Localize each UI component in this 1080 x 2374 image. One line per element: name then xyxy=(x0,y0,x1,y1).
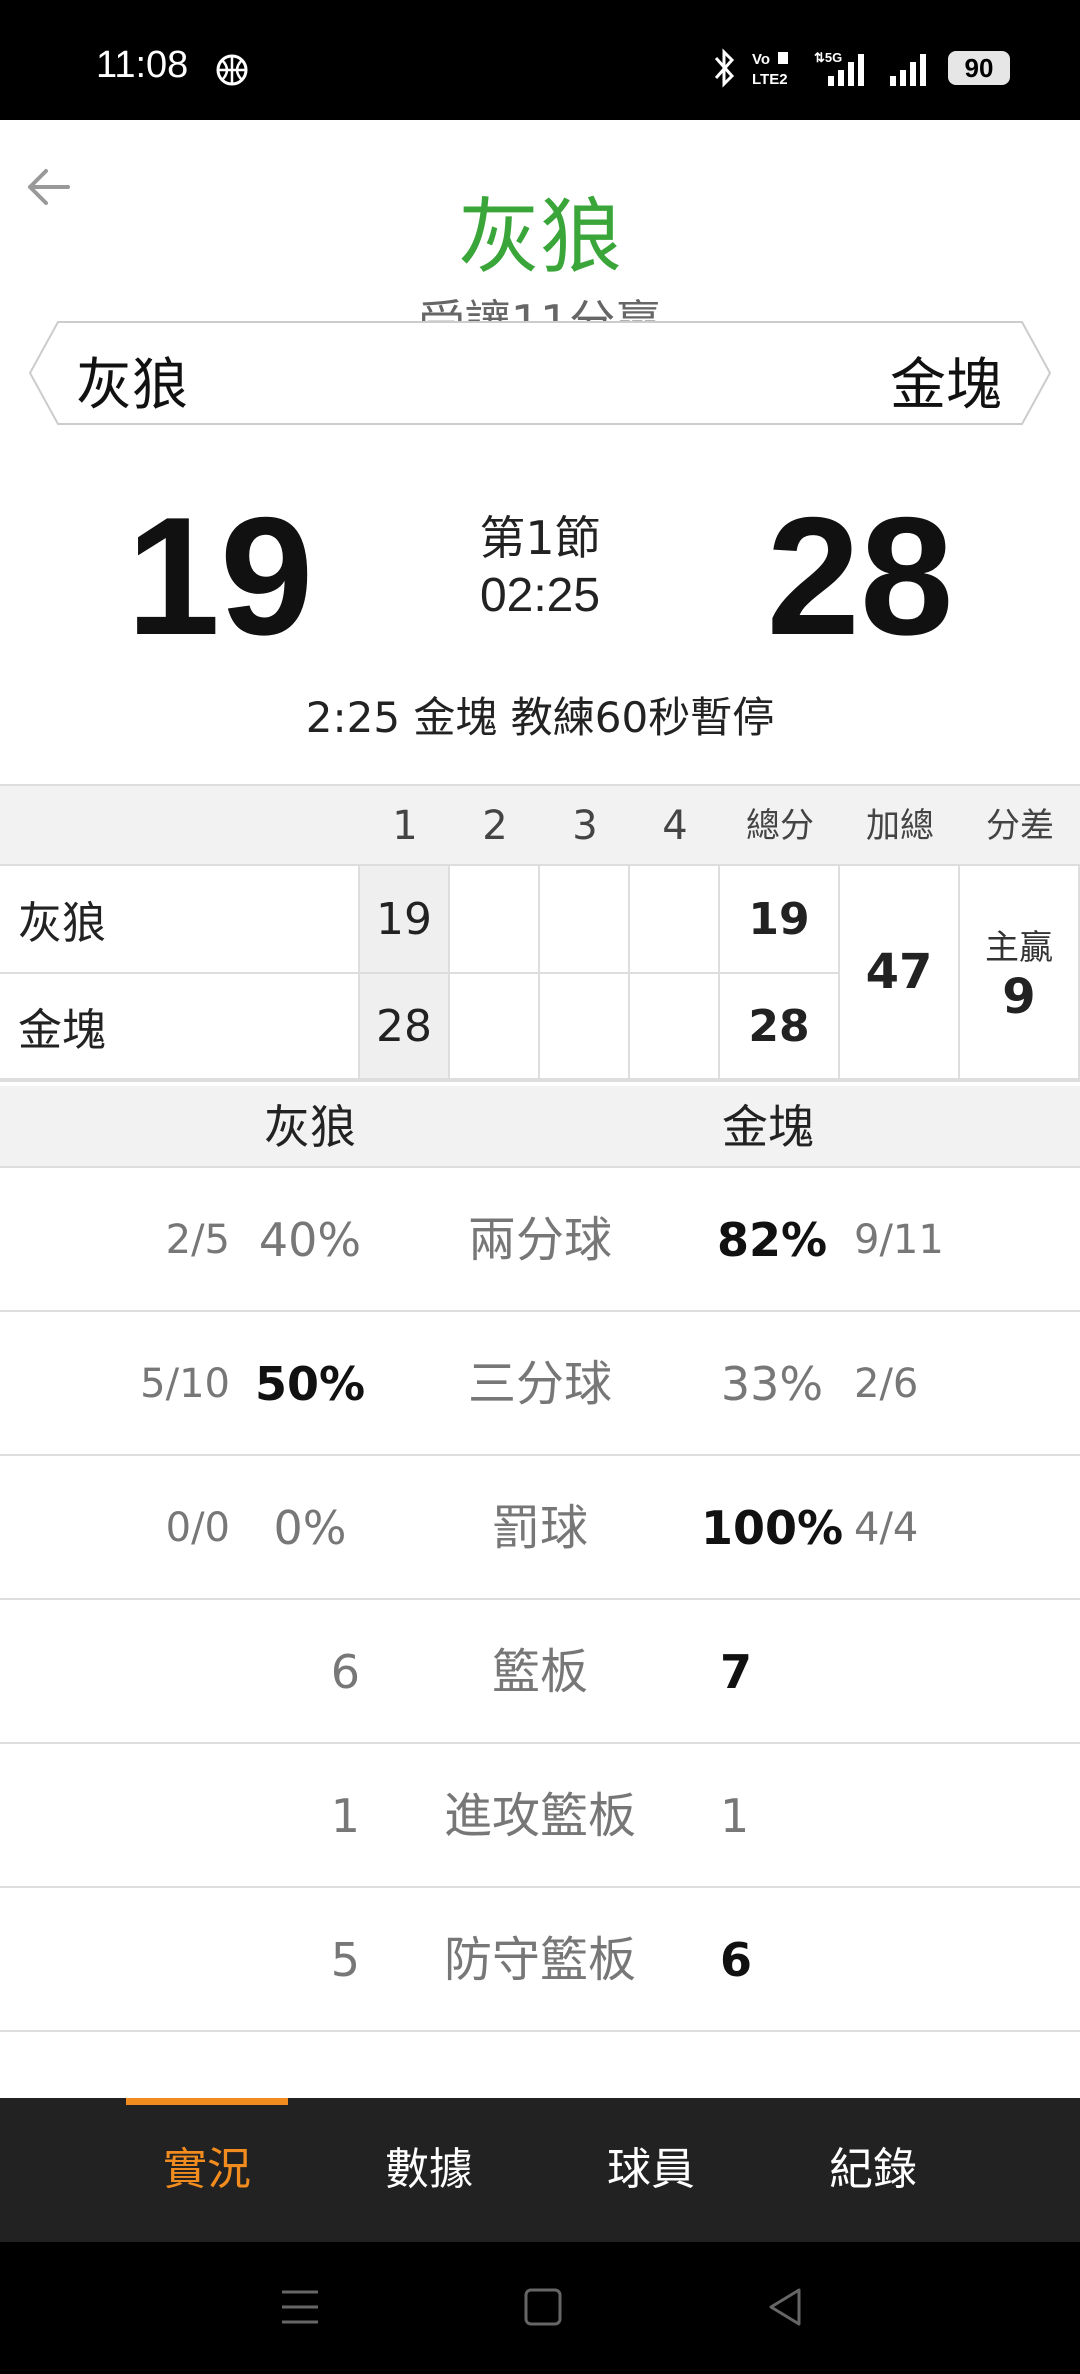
away-count: 2/6 xyxy=(854,1361,919,1407)
stat-row-3pt: 5/10 50% 三分球 33% 2/6 xyxy=(0,1312,1080,1456)
header-q2: 2 xyxy=(482,803,508,849)
home-value: 1 xyxy=(330,1789,360,1843)
row-q1: 19 xyxy=(360,866,450,974)
away-pct: 100% xyxy=(700,1501,844,1555)
row-q4 xyxy=(630,974,720,1080)
combined-total: 47 xyxy=(865,944,933,1000)
row-total: 19 xyxy=(720,866,840,974)
home-pct: 40% xyxy=(258,1213,362,1267)
row-q2 xyxy=(450,866,540,974)
home-pct: 0% xyxy=(273,1501,347,1555)
home-count: 2/5 xyxy=(165,1217,230,1263)
stat-label: 罰球 xyxy=(491,1500,588,1556)
margin-value: 9 xyxy=(1002,968,1036,1025)
stats-header: 灰狼 金塊 xyxy=(0,1086,1080,1168)
team-switcher[interactable]: 灰狼 金塊 xyxy=(28,318,1052,428)
header-margin: 分差 xyxy=(986,806,1054,846)
period-label: 第1節 xyxy=(479,511,601,565)
row-q1: 28 xyxy=(360,974,450,1080)
status-icons: Vo LTE2 ⇅5G 90 xyxy=(712,46,1010,90)
system-nav-bar xyxy=(0,2242,1080,2374)
volte-icon: Vo LTE2 xyxy=(752,51,788,88)
last-event: 2:25 金塊 教練60秒暫停 xyxy=(305,693,775,742)
status-time: 11:08 xyxy=(96,44,189,86)
bottom-tab-bar: 實況 數據 球員 紀錄 xyxy=(0,2098,1080,2242)
signal-5g-icon: ⇅5G xyxy=(814,50,864,86)
bluetooth-icon xyxy=(714,48,735,88)
away-pct: 33% xyxy=(720,1357,824,1411)
quarter-table-header: 1 2 3 4 總分 加總 分差 xyxy=(0,784,1080,864)
tab-players[interactable]: 球員 xyxy=(551,2098,751,2242)
row-team-name: 灰狼 xyxy=(0,866,360,974)
header-q3: 3 xyxy=(572,803,598,849)
quarter-table-body: 灰狼 19 19 金塊 28 28 47 主贏 9 xyxy=(0,864,1080,1082)
svg-text:⇅5G: ⇅5G xyxy=(814,50,842,65)
home-value: 6 xyxy=(330,1645,360,1699)
header-combined: 加總 xyxy=(866,806,934,846)
away-value: 7 xyxy=(720,1645,753,1699)
away-pct: 82% xyxy=(716,1213,828,1267)
basketball-icon xyxy=(216,54,248,86)
home-team-name[interactable]: 灰狼 xyxy=(76,340,188,421)
margin-label: 主贏 xyxy=(985,927,1053,968)
row-q4 xyxy=(630,866,720,974)
stat-label: 進攻籃板 xyxy=(443,1788,636,1844)
stat-row-ft: 0/0 0% 罰球 100% 4/4 xyxy=(0,1456,1080,1600)
stat-row-rebounds: 6 籃板 7 xyxy=(0,1600,1080,1744)
combined-total-cell: 47 xyxy=(840,866,960,1080)
away-value: 1 xyxy=(720,1789,750,1843)
status-bar: 11:08 Vo LTE2 ⇅5G 90 xyxy=(0,0,1080,120)
stat-row-2pt: 2/5 40% 兩分球 82% 9/11 xyxy=(0,1168,1080,1312)
away-team-name[interactable]: 金塊 xyxy=(890,340,1002,421)
signal-icon xyxy=(890,54,926,86)
stat-row-def-rebounds: 5 防守籃板 6 xyxy=(0,1888,1080,2032)
stats-away-team: 金塊 xyxy=(722,1100,814,1154)
away-count: 9/11 xyxy=(854,1217,944,1263)
stat-label: 防守籃板 xyxy=(443,1932,636,1988)
home-score: 19 xyxy=(126,482,314,670)
home-count: 5/10 xyxy=(140,1361,230,1407)
away-score: 28 xyxy=(766,482,954,670)
margin-cell: 主贏 9 xyxy=(960,866,1080,1080)
row-q2 xyxy=(450,974,540,1080)
row-total: 28 xyxy=(720,974,840,1080)
home-value: 5 xyxy=(330,1933,360,1987)
winner-label: 灰狼 xyxy=(457,190,622,285)
row-q3 xyxy=(540,866,630,974)
row-q3 xyxy=(540,974,630,1080)
header-total: 總分 xyxy=(746,806,814,846)
stat-label: 兩分球 xyxy=(467,1212,612,1268)
tab-stats[interactable]: 數據 xyxy=(329,2098,529,2242)
header-q1: 1 xyxy=(392,803,418,849)
back-icon[interactable] xyxy=(765,2282,805,2332)
header-q4: 4 xyxy=(662,803,688,849)
menu-icon[interactable] xyxy=(280,2282,320,2332)
svg-text:LTE2: LTE2 xyxy=(752,71,788,88)
game-clock: 02:25 xyxy=(479,569,601,622)
row-team-name: 金塊 xyxy=(0,974,360,1080)
svg-text:Vo: Vo xyxy=(752,51,770,68)
home-pct: 50% xyxy=(254,1357,366,1411)
home-icon[interactable] xyxy=(523,2282,563,2332)
battery-icon: 90 xyxy=(948,51,1010,85)
stat-label: 籃板 xyxy=(491,1644,588,1700)
away-count: 4/4 xyxy=(854,1505,919,1551)
stat-row-off-rebounds: 1 進攻籃板 1 xyxy=(0,1744,1080,1888)
stats-home-team: 灰狼 xyxy=(264,1100,356,1154)
tab-records[interactable]: 紀錄 xyxy=(773,2098,973,2242)
away-value: 6 xyxy=(720,1933,753,1987)
tab-live[interactable]: 實況 xyxy=(107,2098,307,2242)
stat-label: 三分球 xyxy=(467,1356,612,1412)
home-count: 0/0 xyxy=(165,1505,230,1551)
